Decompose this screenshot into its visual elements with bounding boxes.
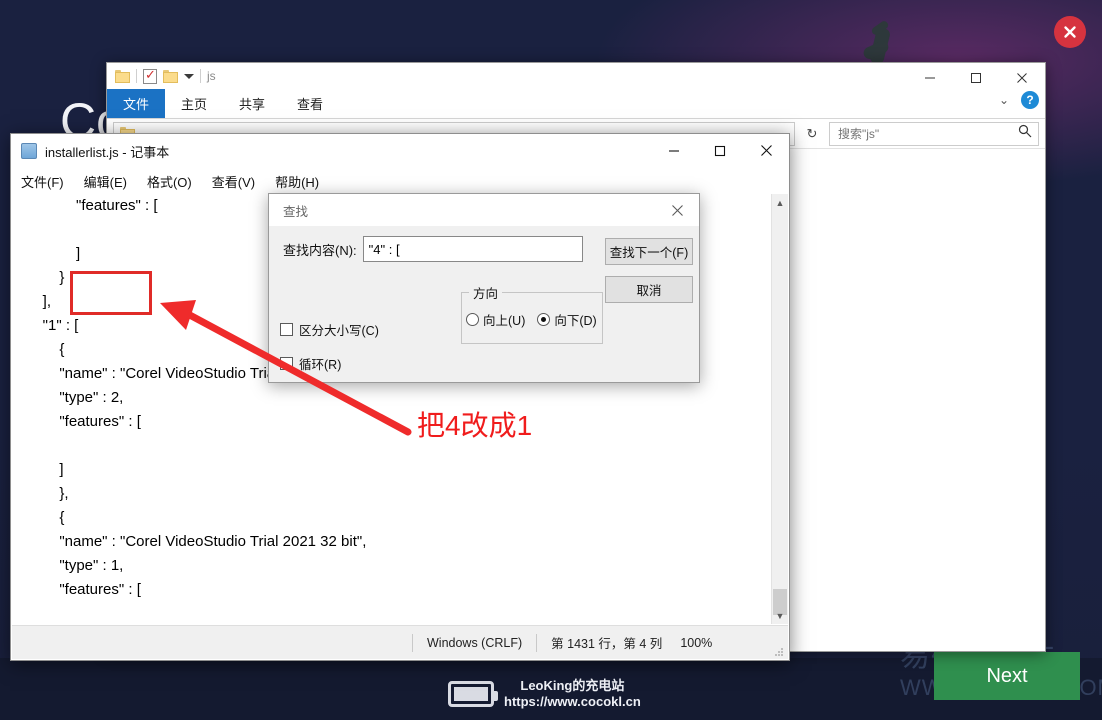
find-next-button[interactable]: 查找下一个(F) — [605, 238, 693, 265]
hero-silhouette-graphic — [855, 14, 925, 64]
radio-direction-down[interactable]: 向下(D) — [537, 310, 597, 329]
window-title: js — [207, 69, 216, 83]
brand-block: LeoKing的充电站 https://www.cocokl.cn — [448, 678, 641, 711]
radio-up-label: 向上(U) — [483, 314, 526, 328]
notepad-status-bar: Windows (CRLF) 第 1431 行，第 4 列 100% — [12, 625, 788, 659]
notepad-close-button[interactable] — [743, 134, 789, 167]
search-box[interactable] — [829, 121, 1039, 146]
close-circle-icon[interactable] — [1054, 16, 1086, 48]
notepad-vertical-scrollbar[interactable]: ▲ ▼ — [771, 194, 788, 624]
next-button[interactable]: Next — [934, 652, 1080, 700]
direction-group-label: 方向 — [469, 283, 503, 302]
match-case-label: 区分大小写(C) — [299, 324, 379, 338]
notepad-window-controls — [651, 134, 789, 167]
find-dialog-title: 查找 — [283, 204, 309, 219]
menu-item-view[interactable]: 查看(V) — [212, 172, 255, 191]
status-eol: Windows (CRLF) — [427, 635, 523, 650]
notepad-menu-bar: 文件(F) 编辑(E) 格式(O) 查看(V) 帮助(H) — [11, 168, 789, 194]
find-what-label: 查找内容(N): — [283, 242, 357, 258]
resize-grip[interactable] — [774, 646, 784, 656]
toolbar-divider-2 — [200, 69, 201, 83]
folder-icon[interactable] — [115, 69, 130, 83]
new-folder-icon[interactable] — [163, 69, 178, 83]
ribbon-tab-home[interactable]: 主页 — [165, 89, 223, 118]
find-dialog-title-bar: 查找 — [269, 194, 699, 226]
menu-item-file[interactable]: 文件(F) — [21, 172, 64, 191]
radio-down-icon[interactable] — [537, 313, 551, 326]
status-zoom: 100% — [680, 635, 713, 650]
brand-url: https://www.cocokl.cn — [504, 694, 641, 710]
notepad-minimize-button[interactable] — [651, 134, 697, 167]
search-input[interactable] — [836, 125, 1018, 142]
brand-text: LeoKing的充电站 https://www.cocokl.cn — [504, 678, 641, 711]
chevron-down-icon[interactable]: ⌄ — [999, 93, 1009, 107]
match-case-checkbox[interactable]: 区分大小写(C) — [280, 320, 379, 339]
checkbox-icon[interactable] — [280, 323, 293, 336]
wrap-around-label: 循环(R) — [299, 358, 342, 372]
chevron-up-icon[interactable]: ▲ — [772, 194, 788, 211]
menu-item-help[interactable]: 帮助(H) — [275, 172, 319, 191]
radio-up-icon[interactable] — [466, 313, 479, 326]
search-icon[interactable] — [1018, 124, 1032, 143]
status-position: 第 1431 行，第 4 列 — [551, 637, 663, 651]
radio-direction-up[interactable]: 向上(U) — [466, 310, 525, 329]
find-what-row: 查找内容(N): — [283, 236, 583, 262]
toolbar-divider — [136, 69, 137, 83]
menu-item-edit[interactable]: 编辑(E) — [84, 172, 127, 191]
find-what-input[interactable] — [362, 236, 583, 262]
quick-access-toolbar: js — [107, 63, 1045, 89]
notepad-icon — [21, 143, 37, 159]
radio-down-label: 向下(D) — [554, 314, 597, 328]
notepad-title-text: installerlist.js - 记事本 — [45, 144, 170, 160]
direction-radios: 向上(U) 向下(D) — [466, 310, 597, 329]
notepad-maximize-button[interactable] — [697, 134, 743, 167]
chevron-down-icon[interactable]: ▼ — [772, 607, 788, 624]
properties-icon[interactable] — [143, 67, 157, 84]
wrap-around-checkbox[interactable]: 循环(R) — [280, 354, 341, 373]
ribbon-tab-bar: 文件 主页 共享 查看 ⌄ ? — [107, 89, 1045, 119]
ribbon-tab-share[interactable]: 共享 — [223, 89, 281, 118]
notepad-title-bar: installerlist.js - 记事本 — [11, 134, 789, 168]
help-icon[interactable]: ? — [1021, 91, 1039, 109]
ribbon-tab-file[interactable]: 文件 — [107, 89, 166, 118]
brand-name: LeoKing的充电站 — [520, 678, 625, 693]
menu-item-format[interactable]: 格式(O) — [147, 172, 192, 191]
chevron-down-icon[interactable] — [184, 73, 194, 79]
ribbon-tab-view[interactable]: 查看 — [281, 89, 339, 118]
checkbox-icon[interactable] — [280, 357, 293, 370]
cancel-button[interactable]: 取消 — [605, 276, 693, 303]
battery-icon — [448, 681, 498, 708]
ribbon-right-controls: ⌄ ? — [999, 91, 1039, 109]
refresh-icon[interactable]: ↻ — [801, 122, 823, 146]
close-icon[interactable] — [655, 194, 699, 226]
